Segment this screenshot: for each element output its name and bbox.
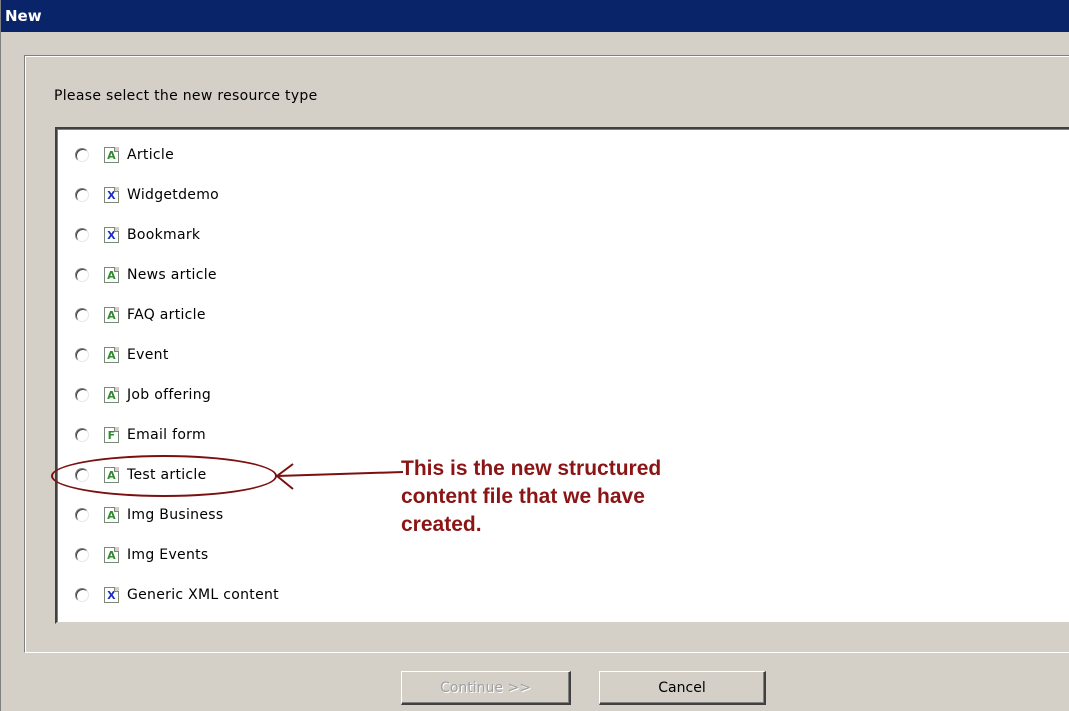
resource-type-label: Article (127, 147, 175, 163)
select-type-prompt: Please select the new resource type (54, 88, 318, 104)
resource-type-label: Img Business (127, 507, 224, 523)
article-icon: A (104, 547, 119, 563)
resource-type-item-email-form[interactable]: F Email form (75, 423, 206, 447)
radio-button[interactable] (75, 388, 89, 402)
resource-type-item-img-business[interactable]: A Img Business (75, 503, 223, 527)
article-icon: A (104, 147, 119, 163)
resource-type-item-generic-xml-content[interactable]: X Generic XML content (75, 583, 279, 607)
resource-type-label: Img Events (127, 547, 209, 563)
radio-button[interactable] (75, 228, 89, 242)
article-icon: A (104, 307, 119, 323)
radio-button[interactable] (75, 548, 89, 562)
article-icon: A (104, 387, 119, 403)
article-icon: A (104, 347, 119, 363)
annotation-line: This is the new structured (401, 457, 662, 480)
radio-button[interactable] (75, 148, 89, 162)
annotation-ellipse (51, 455, 277, 497)
window-title: New (1, 0, 1069, 32)
cancel-button[interactable]: Cancel (599, 671, 766, 705)
resource-type-item-img-events[interactable]: A Img Events (75, 543, 209, 567)
xml-icon: X (104, 587, 119, 603)
annotation-text: This is the new structured content file … (401, 455, 821, 539)
resource-type-item-news-article[interactable]: A News article (75, 263, 217, 287)
resource-type-item-event[interactable]: A Event (75, 343, 169, 367)
resource-type-item-faq-article[interactable]: A FAQ article (75, 303, 206, 327)
form-icon: F (104, 427, 119, 443)
xml-icon: X (104, 187, 119, 203)
radio-button[interactable] (75, 588, 89, 602)
radio-button[interactable] (75, 308, 89, 322)
radio-button[interactable] (75, 188, 89, 202)
radio-button[interactable] (75, 268, 89, 282)
resource-type-label: Event (127, 347, 169, 363)
resource-type-label: Bookmark (127, 227, 201, 243)
resource-type-item-widgetdemo[interactable]: X Widgetdemo (75, 183, 219, 207)
new-resource-dialog: New Please select the new resource type … (0, 0, 1069, 711)
resource-type-label: FAQ article (127, 307, 206, 323)
radio-button[interactable] (75, 428, 89, 442)
resource-type-label: Email form (127, 427, 206, 443)
xml-icon: X (104, 227, 119, 243)
annotation-line: created. (401, 513, 482, 536)
resource-type-label: Widgetdemo (127, 187, 220, 203)
resource-type-item-job-offering[interactable]: A Job offering (75, 383, 211, 407)
annotation-line: content file that we have (401, 485, 645, 508)
continue-button[interactable]: Continue >> (401, 671, 571, 705)
radio-button[interactable] (75, 508, 89, 522)
article-icon: A (104, 507, 119, 523)
resource-type-label: News article (127, 267, 217, 283)
resource-type-label: Generic XML content (127, 587, 279, 603)
resource-type-item-article[interactable]: A Article (75, 143, 174, 167)
resource-type-list: A Article X Widgetdemo X Bookmark A News… (55, 127, 1069, 624)
resource-type-label: Job offering (127, 387, 212, 403)
resource-type-item-bookmark[interactable]: X Bookmark (75, 223, 200, 247)
radio-button[interactable] (75, 348, 89, 362)
article-icon: A (104, 267, 119, 283)
